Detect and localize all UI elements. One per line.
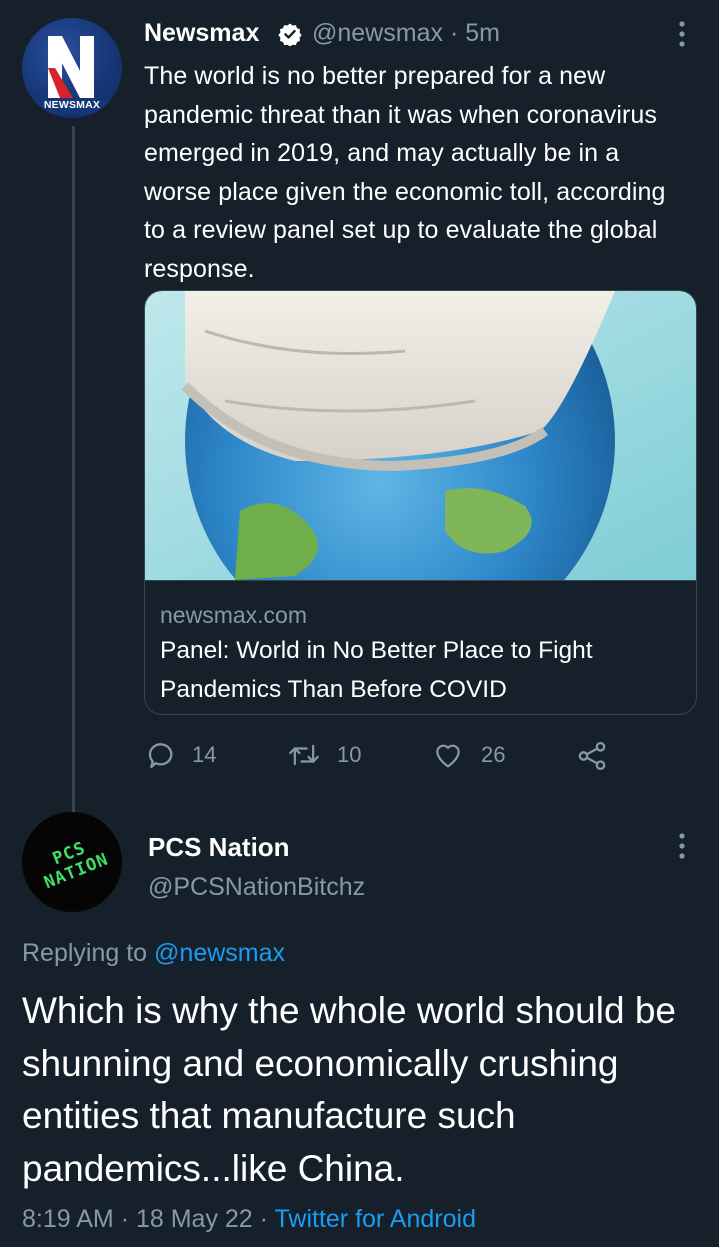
- reply-meta: 8:19 AM · 18 May 22 · Twitter for Androi…: [22, 1204, 476, 1234]
- more-vertical-icon[interactable]: [672, 830, 692, 862]
- card-image-globe-mask: [145, 291, 696, 580]
- meta-separator: ·: [120, 1205, 130, 1233]
- reply-bubble-icon[interactable]: [146, 739, 178, 771]
- link-card[interactable]: newsmax.com Panel: World in No Better Pl…: [144, 290, 697, 715]
- replying-prefix: Replying to: [22, 939, 148, 967]
- newsmax-avatar[interactable]: NEWSMAX: [22, 18, 122, 118]
- heart-icon[interactable]: [431, 739, 465, 771]
- reply-date: 18 May 22: [135, 1205, 253, 1233]
- like-count: 26: [481, 742, 506, 767]
- retweet-count: 10: [337, 742, 362, 767]
- thread-line: [72, 126, 75, 816]
- share-icon[interactable]: [575, 739, 609, 773]
- card-divider: [145, 580, 696, 581]
- card-domain: newsmax.com: [160, 602, 307, 628]
- tweet-text: The world is no better prepared for a ne…: [144, 62, 666, 283]
- pcs-nation-avatar[interactable]: PCS NATION: [22, 812, 122, 912]
- replying-to-line: Replying to @newsmax: [22, 938, 285, 968]
- reply-text: Which is why the whole world should be s…: [22, 990, 676, 1189]
- replying-to-handle[interactable]: @newsmax: [154, 939, 285, 967]
- avatar-logo-text: NEWSMAX: [43, 99, 101, 111]
- tweet-time[interactable]: 5m: [465, 19, 500, 47]
- author-name[interactable]: Newsmax: [144, 18, 259, 48]
- separator-dot: ·: [449, 19, 459, 47]
- handle-and-time: @newsmax · 5m: [312, 18, 500, 48]
- reply-count: 14: [192, 742, 217, 767]
- reply-author-handle[interactable]: @PCSNationBitchz: [148, 872, 365, 902]
- more-vertical-icon[interactable]: [672, 18, 692, 50]
- reply-time: 8:19 AM: [22, 1205, 114, 1233]
- meta-separator: ·: [259, 1205, 268, 1233]
- card-title: Panel: World in No Better Place to Fight…: [160, 637, 593, 703]
- reply-author-name[interactable]: PCS Nation: [148, 832, 290, 862]
- verified-badge-icon: [278, 23, 302, 46]
- retweet-icon[interactable]: [287, 739, 321, 771]
- reply-source-link[interactable]: Twitter for Android: [275, 1205, 476, 1233]
- avatar-logo-text: PCS NATION: [41, 838, 112, 894]
- author-handle[interactable]: @newsmax: [312, 19, 443, 47]
